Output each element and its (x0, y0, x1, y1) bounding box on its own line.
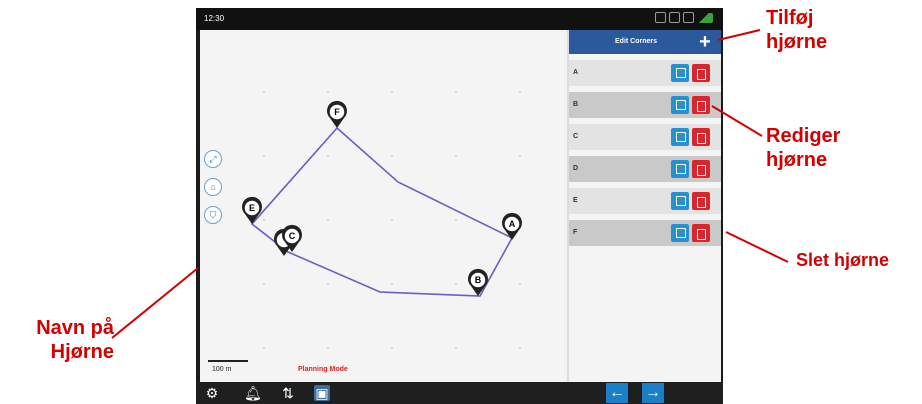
gps-status-icon (669, 12, 680, 23)
planning-mode-label: Planning Mode (298, 366, 348, 373)
add-corner-callout-line2: hjørne (766, 31, 828, 53)
lock-status-icon (683, 12, 694, 23)
corner-pin-E: E (242, 196, 262, 224)
camera-icon[interactable]: ▣ (314, 385, 330, 401)
corner-name-callout: Navn på Hjørne (8, 316, 114, 364)
edit-corner-button[interactable] (671, 64, 689, 82)
corner-name-callout-line1: Navn på (36, 317, 114, 339)
corner-pin-A: A (502, 212, 522, 240)
corner-row-label: F (573, 229, 578, 236)
map-controls: ⤢ ⌂ ⛉ (204, 150, 222, 224)
corner-label-E: E (249, 203, 255, 213)
screen: F E C A B ⤢ ⌂ ⛉ 100 m Planning Mode Edit… (200, 30, 721, 382)
delete-corner-button[interactable] (692, 128, 710, 146)
bottom-toolbar: ⚙ 🔔︎ ⇅ ▣ ← → (196, 382, 723, 404)
panel-title: Edit Corners (615, 38, 658, 45)
forward-arrow-button[interactable]: → (642, 383, 664, 403)
corner-row-F[interactable]: F (569, 220, 721, 246)
delete-corner-button[interactable] (692, 192, 710, 210)
add-corner-button[interactable]: + (695, 32, 715, 52)
corner-name-callout-line2: Hjørne (50, 341, 114, 363)
status-bar: 12:30 (196, 8, 723, 30)
camera-status-icon (655, 12, 666, 23)
edit-corner-callout-line1: Rediger (766, 125, 841, 147)
panel-header: Edit Corners + (569, 30, 721, 54)
field-map[interactable]: F E C A B ⤢ ⌂ ⛉ 100 m Planning Mode (200, 30, 563, 382)
delete-corner-button[interactable] (692, 64, 710, 82)
scale-label: 100 m (212, 366, 232, 373)
edit-corners-panel: Edit Corners + A B C D E F (567, 30, 721, 382)
back-arrow-button[interactable]: ← (606, 383, 628, 403)
edit-corner-callout-line2: hjørne (766, 149, 828, 171)
edit-corner-button[interactable] (671, 160, 689, 178)
corner-row-C[interactable]: C (569, 124, 721, 150)
corner-pin-B: B (468, 268, 488, 296)
guidance-mode-icon[interactable]: ⇅ (280, 385, 296, 401)
corner-row-label: D (573, 165, 579, 172)
settings-gear-icon[interactable]: ⚙ (204, 385, 220, 401)
scale-bar (208, 360, 248, 362)
corner-pin-F: F (327, 100, 347, 128)
corner-row-D[interactable]: D (569, 156, 721, 182)
edit-corner-button[interactable] (671, 96, 689, 114)
orientation-icon[interactable]: ⛉ (204, 206, 222, 224)
add-corner-callout: Tilføj hjørne (766, 6, 827, 54)
corner-row-A[interactable]: A (569, 60, 721, 86)
corner-row-label: A (573, 69, 579, 76)
fit-extents-icon[interactable]: ⤢ (204, 150, 222, 168)
edit-corner-button[interactable] (671, 224, 689, 242)
status-time: 12:30 (204, 14, 225, 23)
status-icons (655, 12, 713, 23)
corner-label-A: A (509, 219, 516, 229)
corner-row-label: B (573, 101, 579, 108)
delete-corner-callout: Slet hjørne (796, 250, 890, 270)
corner-row-label: C (573, 133, 579, 140)
recenter-icon[interactable]: ⌂ (204, 178, 222, 196)
corner-label-F: F (334, 107, 340, 117)
signal-icon (697, 12, 713, 23)
delete-corner-button[interactable] (692, 96, 710, 114)
map-grid-dots (263, 91, 521, 349)
edit-corner-button[interactable] (671, 128, 689, 146)
corner-row-B[interactable]: B (569, 92, 721, 118)
map-canvas[interactable]: F E C A B (200, 30, 563, 382)
corner-label-C: C (289, 231, 296, 241)
edit-corner-callout: Rediger hjørne (766, 124, 840, 172)
corner-row-label: E (573, 197, 578, 204)
alarm-bell-icon[interactable]: 🔔︎ (244, 385, 262, 401)
corner-label-B: B (475, 275, 482, 285)
delete-corner-button[interactable] (692, 224, 710, 242)
edit-corner-button[interactable] (671, 192, 689, 210)
tablet-device: 12:30 F E C A B ⤢ ⌂ ⛉ 100 m Planning Mod… (196, 8, 723, 404)
corner-row-E[interactable]: E (569, 188, 721, 214)
delete-corner-button[interactable] (692, 160, 710, 178)
add-corner-callout-line1: Tilføj (766, 7, 814, 29)
